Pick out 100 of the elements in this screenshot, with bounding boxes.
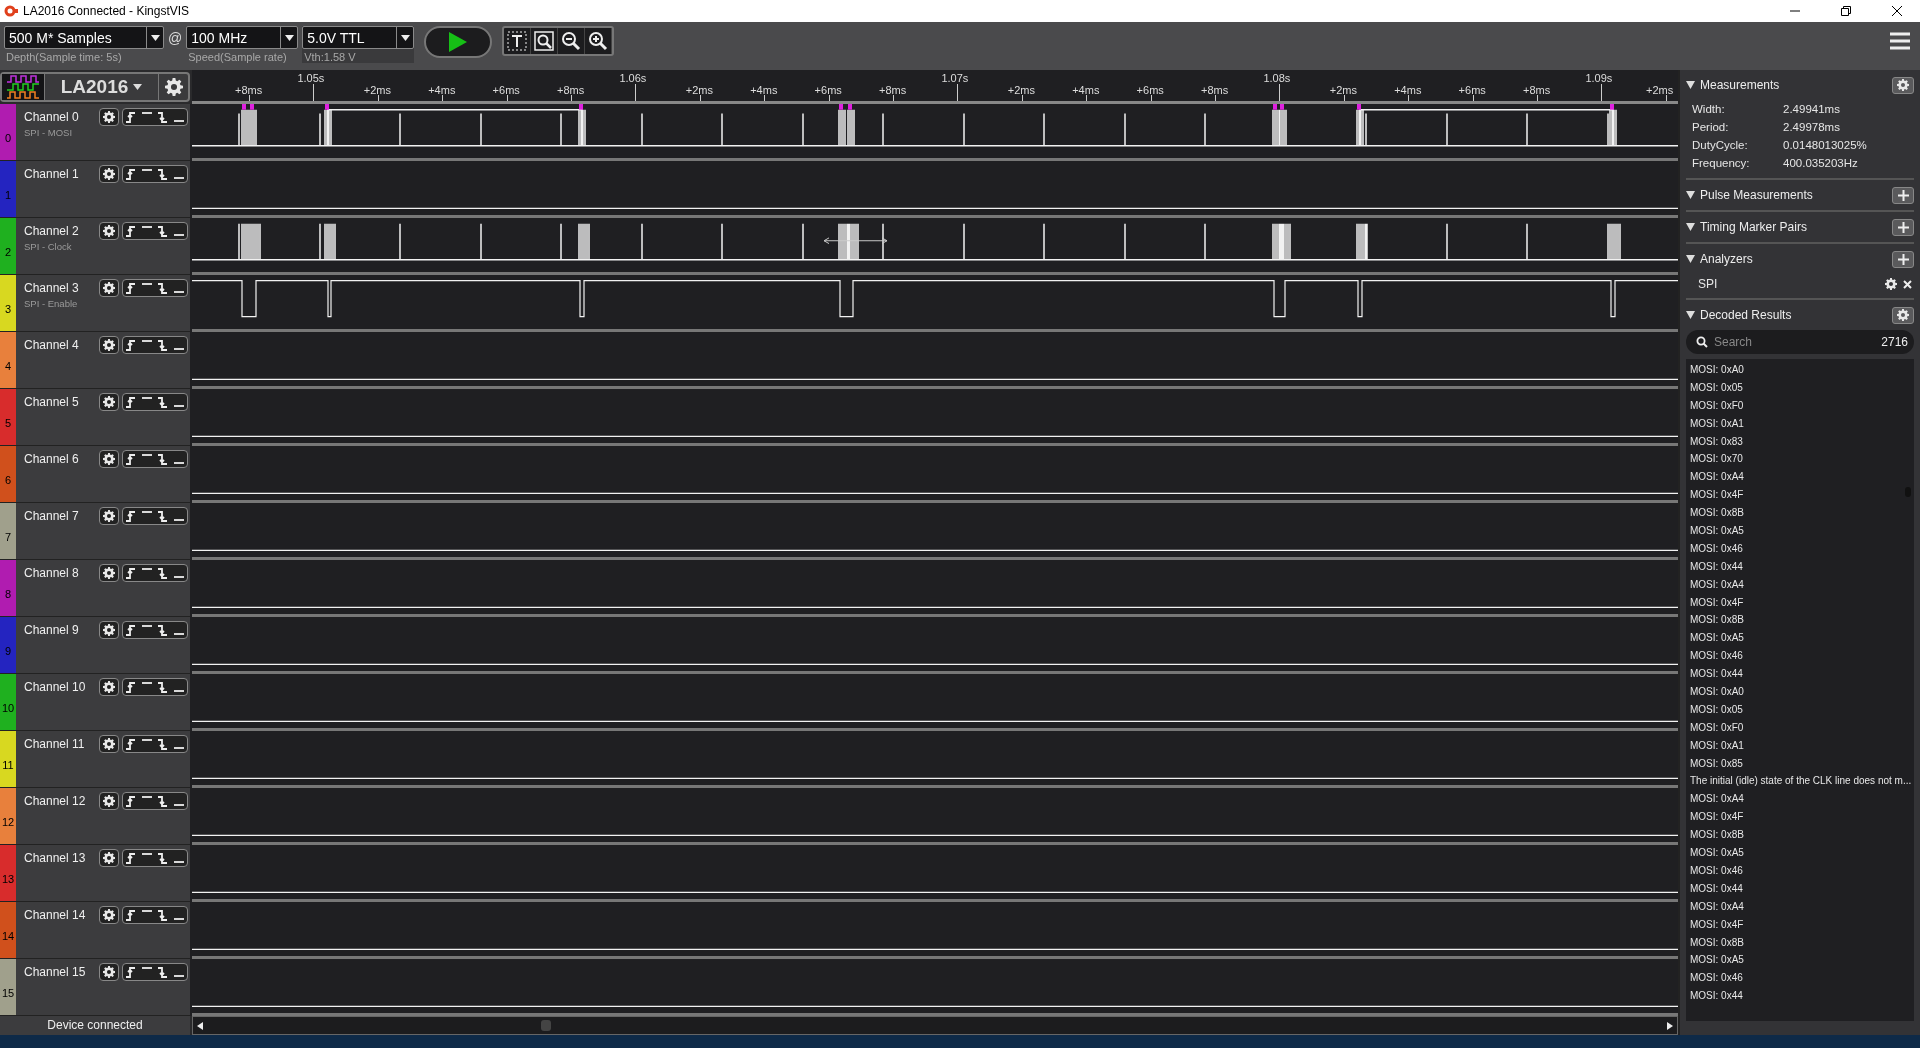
channel-settings-button[interactable] (99, 963, 119, 981)
channel-settings-button[interactable] (99, 108, 119, 126)
channel-name: Channel 10 (24, 680, 87, 694)
decoded-result-item[interactable]: MOSI: 0x46 (1690, 539, 1914, 558)
plus-icon (1897, 253, 1909, 265)
decoded-result-item[interactable]: MOSI: 0x83 (1690, 432, 1914, 451)
decoded-result-item[interactable]: MOSI: 0x05 (1690, 700, 1914, 719)
decoded-result-item[interactable]: MOSI: 0x44 (1690, 987, 1914, 1006)
channel-name: Channel 14 (24, 908, 87, 922)
channel-settings-button[interactable] (99, 507, 119, 525)
plus-icon (1897, 221, 1909, 233)
channel-name: Channel 5 (24, 395, 80, 409)
section-title[interactable]: Measurements (1700, 78, 1887, 92)
channel-settings-button[interactable] (99, 906, 119, 924)
decoded-result-item[interactable]: MOSI: 0xA4 (1690, 790, 1914, 809)
measurement-settings-button[interactable] (1892, 76, 1914, 94)
remove-button[interactable] (1903, 279, 1912, 289)
decoded-result-item[interactable]: MOSI: 0xA5 (1690, 844, 1914, 862)
channel-settings-button[interactable] (99, 564, 119, 582)
at-sign-text: @ (168, 29, 183, 46)
section-title[interactable]: Analyzers (1700, 252, 1887, 266)
channel-settings-button[interactable] (99, 165, 119, 183)
decoded-result-item[interactable]: MOSI: 0x70 (1690, 450, 1914, 469)
collapse-triangle-icon (1686, 81, 1695, 89)
section-title[interactable]: Pulse Measurements (1700, 188, 1887, 202)
falling-edge-icon (158, 624, 168, 636)
falling-edge-icon (158, 795, 168, 807)
decoded-result-item[interactable]: MOSI: 0x44 (1690, 557, 1914, 576)
channel-settings-button[interactable] (99, 621, 119, 639)
channel-settings-button[interactable] (99, 393, 119, 411)
channel-settings-button[interactable] (99, 279, 119, 297)
channel-name: Channel 13 (24, 851, 87, 865)
decoded-result-item[interactable]: MOSI: 0x4F (1690, 486, 1914, 505)
falling-edge-icon (158, 111, 168, 123)
decoded-result-item[interactable]: MOSI: 0x46 (1690, 861, 1914, 880)
scrollbar-thumb[interactable] (541, 1020, 551, 1031)
channel-number: 7 (4, 531, 12, 543)
zoom-out-icon (561, 31, 582, 51)
channel-settings-button[interactable] (99, 336, 119, 354)
text-tool-button[interactable] (504, 28, 532, 54)
decoded-result-item[interactable]: MOSI: 0x46 (1690, 647, 1914, 666)
decoded-result-item[interactable]: MOSI: 0xA1 (1690, 736, 1914, 755)
falling-edge-icon (158, 453, 168, 465)
decoded-result-item[interactable]: MOSI: 0xF0 (1690, 718, 1914, 737)
analyzer-settings-button[interactable] (1885, 278, 1897, 290)
decoded-result-item[interactable]: MOSI: 0xA0 (1690, 683, 1914, 701)
channel-number: 14 (1, 930, 15, 942)
status-text: Device connected (0, 1016, 190, 1035)
start-button[interactable] (424, 26, 493, 58)
decoded-result-item[interactable]: The initial (idle) state of the CLK line does not m... (1690, 772, 1914, 791)
horizontal-scrollbar[interactable] (192, 1016, 1678, 1035)
rising-edge-icon (126, 852, 136, 864)
decoded-result-item[interactable]: MOSI: 0xA5 (1690, 951, 1914, 970)
analyzer-name[interactable]: SPI (1698, 277, 1879, 291)
channel-settings-button[interactable] (99, 792, 119, 810)
zoom-fit-button[interactable] (531, 28, 559, 54)
rising-edge-icon (126, 624, 136, 636)
channel-settings-button[interactable] (99, 735, 119, 753)
decoded-result-item[interactable]: MOSI: 0x4F (1690, 593, 1914, 612)
falling-edge-icon (158, 510, 168, 522)
add-button[interactable] (1892, 250, 1914, 268)
decoded-result-item[interactable]: MOSI: 0xA1 (1690, 414, 1914, 433)
section-title[interactable]: Decoded Results (1700, 308, 1887, 322)
decoded-result-item[interactable]: MOSI: 0x85 (1690, 754, 1914, 773)
decoded-result-item[interactable]: MOSI: 0x05 (1690, 378, 1914, 397)
decoded-result-item[interactable]: MOSI: 0xA5 (1690, 629, 1914, 648)
decoded-result-item[interactable]: MOSI: 0xA0 (1690, 361, 1914, 379)
channel-settings-button[interactable] (99, 222, 119, 240)
decoded-result-item[interactable]: MOSI: 0x8B (1690, 611, 1914, 630)
section-title[interactable]: Timing Marker Pairs (1700, 220, 1887, 234)
depth-dropdown[interactable]: 500 M* Samples (4, 26, 164, 49)
decoded-result-item[interactable]: MOSI: 0xA4 (1690, 575, 1914, 594)
sample-rate-dropdown[interactable]: 100 MHz (186, 26, 299, 49)
falling-edge-icon (158, 567, 168, 579)
channel-settings-button[interactable] (99, 450, 119, 468)
measurement-value: 400.035203Hz (1783, 157, 1858, 169)
threshold-dropdown[interactable]: 5.0V TTL (302, 26, 415, 49)
channel-settings-button[interactable] (99, 849, 119, 867)
add-button[interactable] (1892, 186, 1914, 204)
falling-edge-icon (158, 909, 168, 921)
channel-number: 10 (1, 702, 15, 714)
decoded-result-item[interactable]: MOSI: 0xA4 (1690, 897, 1914, 916)
channel-number: 4 (4, 360, 12, 372)
collapse-triangle-icon (1686, 223, 1695, 231)
decoded-result-item[interactable]: MOSI: 0x8B (1690, 504, 1914, 522)
decoded-result-item[interactable]: MOSI: 0x4F (1690, 808, 1914, 827)
decoded-result-item[interactable]: MOSI: 0x4F (1690, 915, 1914, 934)
add-button[interactable] (1892, 218, 1914, 236)
decoded-result-item[interactable]: MOSI: 0x44 (1690, 665, 1914, 684)
measurement-value: 0.0148013025% (1783, 139, 1867, 151)
decoded-result-item[interactable]: MOSI: 0xA4 (1690, 468, 1914, 487)
results-settings-button[interactable] (1892, 306, 1914, 324)
decoded-result-item[interactable]: MOSI: 0x44 (1690, 879, 1914, 898)
decoded-result-item[interactable]: MOSI: 0x46 (1690, 969, 1914, 988)
decoded-result-item[interactable]: MOSI: 0xF0 (1690, 396, 1914, 415)
decoded-result-item[interactable]: MOSI: 0x8B (1690, 826, 1914, 845)
channel-settings-button[interactable] (99, 678, 119, 696)
rising-edge-icon (126, 168, 136, 180)
decoded-result-item[interactable]: MOSI: 0xA5 (1690, 522, 1914, 540)
decoded-result-item[interactable]: MOSI: 0x8B (1690, 933, 1914, 952)
